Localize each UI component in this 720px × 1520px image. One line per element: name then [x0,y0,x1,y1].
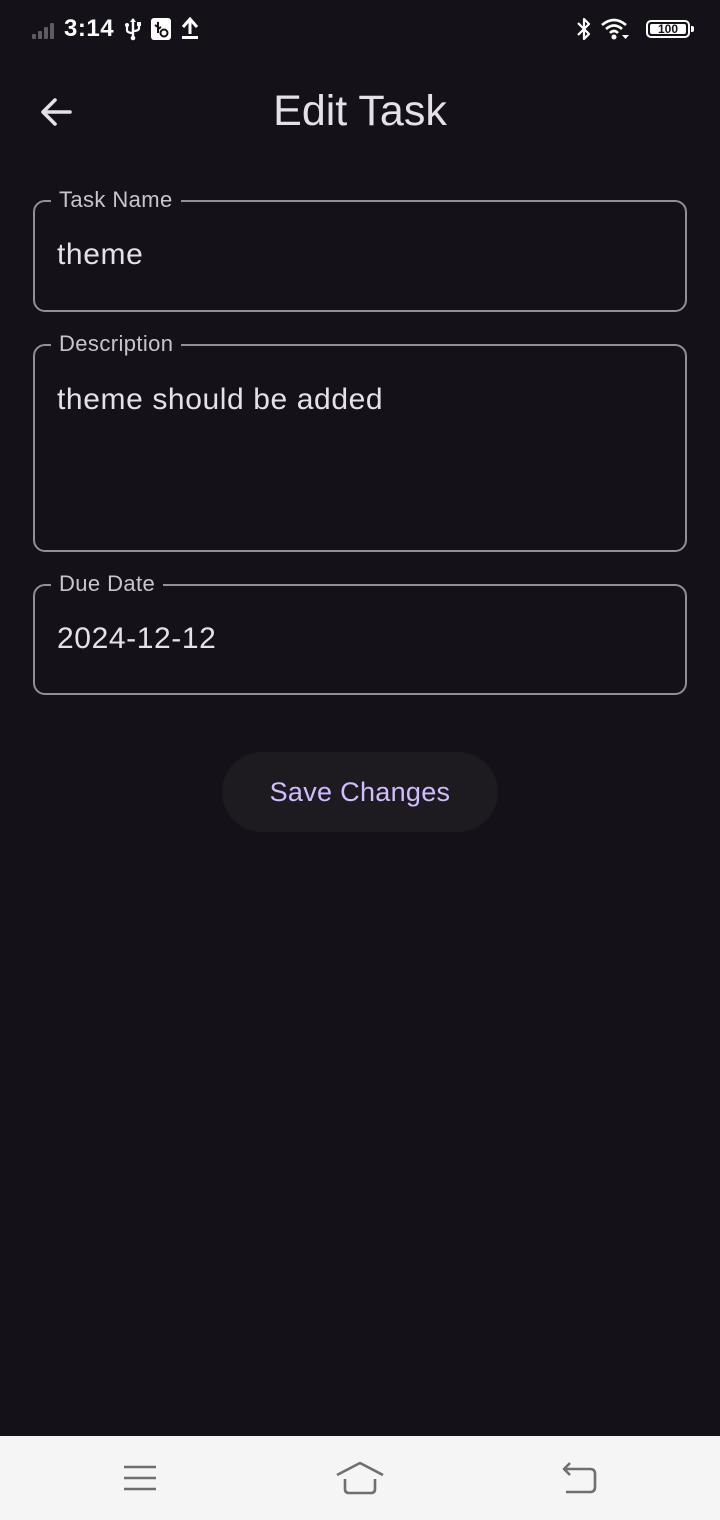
usb-debug-icon [150,17,172,41]
due-date-label: Due Date [51,570,164,598]
nav-home-button[interactable] [330,1456,390,1500]
edit-task-screen: 3:14 100 Edit Task Task Name theme Descr… [0,0,720,1520]
description-field[interactable]: Description theme should be added [33,330,687,552]
nav-back-button[interactable] [548,1456,608,1500]
task-name-field[interactable]: Task Name theme [33,186,687,312]
page-title: Edit Task [273,87,447,135]
status-bar: 3:14 100 [0,0,720,58]
task-name-label: Task Name [51,186,181,214]
task-name-input[interactable]: theme [57,235,663,275]
bluetooth-icon [576,16,592,42]
app-bar: Edit Task [0,58,720,164]
save-changes-label: Save Changes [269,776,451,807]
upload-icon [180,17,200,41]
usb-icon [124,17,142,41]
due-date-field[interactable]: Due Date 2024-12-12 [33,570,687,695]
save-changes-button[interactable]: Save Changes [222,752,498,832]
system-nav-bar [0,1436,720,1520]
wifi-icon [600,17,630,41]
menu-icon [124,1465,156,1491]
due-date-input[interactable]: 2024-12-12 [57,619,663,659]
description-input[interactable]: theme should be added [57,380,663,420]
status-bar-right: 100 [576,12,694,46]
home-icon [336,1461,384,1495]
signal-icon [32,19,56,39]
status-time: 3:14 [64,15,115,42]
description-label: Description [51,330,182,358]
nav-menu-button[interactable] [110,1456,170,1500]
back-icon [562,1462,597,1494]
battery-level: 100 [657,22,679,36]
status-bar-left: 3:14 [32,12,208,46]
battery-icon: 100 [646,20,694,38]
